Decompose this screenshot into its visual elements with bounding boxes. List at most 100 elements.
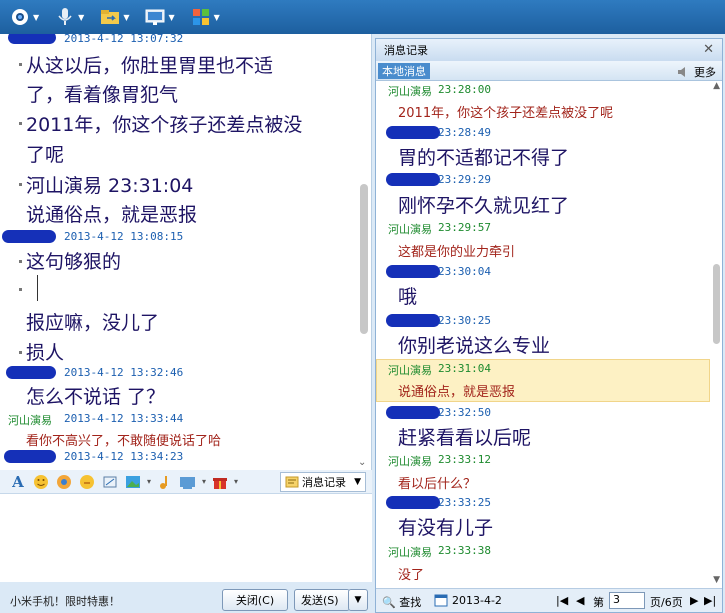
ad-link[interactable]: 小米手机！限时特惠！ xyxy=(10,593,120,609)
apps-icon xyxy=(191,7,211,27)
chat-line: 报应嘛，没儿了 xyxy=(26,312,160,334)
line-bullet xyxy=(19,63,22,66)
history-message: 赶紧看看以后呢 xyxy=(398,427,532,449)
chat-line: 说通俗点，就是恶报 xyxy=(26,204,198,226)
calendar-icon[interactable] xyxy=(434,593,448,610)
history-message: 看以后什么？ xyxy=(398,477,477,492)
history-message: 胃的不适都记不得了 xyxy=(398,147,570,169)
chat-line: 了，看着像胃犯气 xyxy=(26,84,179,106)
message-timestamp: 2013-4-12 13:08:15 xyxy=(64,230,184,243)
line-bullet xyxy=(19,260,22,263)
chat-line: 这句够狠的 xyxy=(26,251,122,273)
message-timestamp: 23:33:12 xyxy=(438,453,491,466)
webcam-icon xyxy=(10,7,30,27)
font-icon[interactable]: A xyxy=(9,473,27,491)
poke-icon[interactable] xyxy=(78,473,96,491)
screen-share-icon xyxy=(145,7,165,27)
panel-title-bar: 消息记录 ✕ xyxy=(376,39,722,61)
page-number-input[interactable]: 3 xyxy=(609,592,645,609)
message-timestamp: 2013-4-12 13:07:32 xyxy=(64,34,184,45)
chevron-down-icon[interactable]: ▾ xyxy=(147,477,151,486)
line-bullet xyxy=(19,122,22,125)
chevron-down-icon: ▼ xyxy=(354,477,361,487)
close-icon[interactable]: ✕ xyxy=(703,42,714,57)
history-button-label: 消息记录 xyxy=(302,476,346,489)
redacted-name xyxy=(386,314,440,327)
scroll-down-icon[interactable]: ▼ xyxy=(713,575,720,585)
message-timestamp: 23:31:04 xyxy=(438,362,491,375)
search-button[interactable]: 🔍 查找 xyxy=(382,594,421,610)
scroll-up-icon[interactable]: ▲ xyxy=(713,81,720,91)
page-suffix: 页/6页 xyxy=(650,596,683,609)
history-scrollbar[interactable] xyxy=(713,264,720,344)
music-icon[interactable] xyxy=(156,473,174,491)
history-message: 说通俗点，就是恶报 xyxy=(398,385,516,400)
text-cursor xyxy=(37,275,38,301)
chevron-down-icon: ▼ xyxy=(33,12,40,22)
chevron-down-icon[interactable]: ▾ xyxy=(234,477,238,486)
send-file-icon[interactable] xyxy=(179,473,197,491)
redacted-name xyxy=(8,34,56,44)
close-button[interactable]: 关闭(C) xyxy=(222,589,288,611)
last-page-icon[interactable]: ▶| xyxy=(704,594,716,607)
prev-page-icon[interactable]: ◀ xyxy=(576,594,584,607)
chat-line: 怎么不说话 了？ xyxy=(26,386,166,408)
date-selector[interactable]: 2013-4-2 xyxy=(452,594,502,607)
chat-message-area[interactable]: 2013-4-12 13:07:32 从这以后，你肚里胃里也不适 了，看着像胃犯… xyxy=(0,34,372,470)
transfer-file-icon xyxy=(100,7,120,27)
chat-scrollbar[interactable] xyxy=(360,184,368,334)
message-timestamp: 2013-4-12 13:32:46 xyxy=(64,366,184,379)
redacted-name xyxy=(2,230,56,243)
history-message-list[interactable]: 河山演易 23:28:00 2011年，你这个孩子还差点被没了呢 23:28:4… xyxy=(376,81,712,589)
apps-button[interactable]: ▼ xyxy=(189,4,222,30)
page-prefix: 第 xyxy=(593,596,604,609)
image-icon[interactable] xyxy=(124,473,142,491)
chat-line: 2011年，你这个孩子还差点被没 xyxy=(26,114,303,136)
history-message: 有没有儿子 xyxy=(398,517,494,539)
chevron-down-icon: ▼ xyxy=(168,12,175,22)
history-message: 没了 xyxy=(398,568,425,583)
collapse-icon[interactable]: ⌄ xyxy=(358,457,366,468)
gift-icon[interactable] xyxy=(211,473,229,491)
search-icon: 🔍 xyxy=(382,596,396,609)
chevron-down-icon: ▼ xyxy=(213,12,220,22)
screen-share-button[interactable]: ▼ xyxy=(143,4,176,30)
history-message: 哦 xyxy=(398,286,418,308)
line-bullet xyxy=(19,351,22,354)
redacted-name xyxy=(386,265,440,278)
redacted-name xyxy=(386,173,440,186)
tab-local-messages[interactable]: 本地消息 xyxy=(378,63,430,79)
send-options-button[interactable]: ▼ xyxy=(348,589,368,611)
chevron-down-icon[interactable]: ▾ xyxy=(202,477,206,486)
message-timestamp: 23:28:49 xyxy=(438,126,491,139)
emoji-icon[interactable] xyxy=(32,473,50,491)
magic-emoji-icon[interactable] xyxy=(55,473,73,491)
message-timestamp: 2013-4-12 13:34:23 xyxy=(64,450,184,463)
more-label: 更多 xyxy=(694,66,716,79)
first-page-icon[interactable]: |◀ xyxy=(556,594,568,607)
message-timestamp: 23:28:00 xyxy=(438,83,491,96)
redacted-name xyxy=(386,406,440,419)
speaker-icon xyxy=(678,67,685,77)
next-page-icon[interactable]: ▶ xyxy=(690,594,698,607)
message-history-button[interactable]: 消息记录 ▼ xyxy=(280,472,366,492)
panel-title: 消息记录 xyxy=(384,44,428,57)
file-transfer-button[interactable]: ▼ xyxy=(98,4,131,30)
more-button[interactable]: 更多 xyxy=(677,64,716,80)
screenshot-icon[interactable] xyxy=(101,473,119,491)
send-button[interactable]: 发送(S) xyxy=(294,589,350,611)
history-message: 这都是你的业力牵引 xyxy=(398,245,516,260)
voice-button[interactable]: ▼ xyxy=(53,4,86,30)
line-bullet xyxy=(19,183,22,186)
redacted-name xyxy=(4,450,56,463)
message-input[interactable] xyxy=(0,494,372,582)
webcam-button[interactable]: ▼ xyxy=(8,4,41,30)
message-timestamp: 23:32:50 xyxy=(438,406,491,419)
redacted-name xyxy=(386,496,440,509)
microphone-icon xyxy=(55,7,75,27)
line-bullet xyxy=(19,288,22,291)
search-label: 查找 xyxy=(399,596,422,609)
chat-line: 从这以后，你肚里胃里也不适 xyxy=(26,55,274,77)
history-message: 刚怀孕不久就见红了 xyxy=(398,195,570,217)
chevron-down-icon: ▼ xyxy=(123,12,130,22)
